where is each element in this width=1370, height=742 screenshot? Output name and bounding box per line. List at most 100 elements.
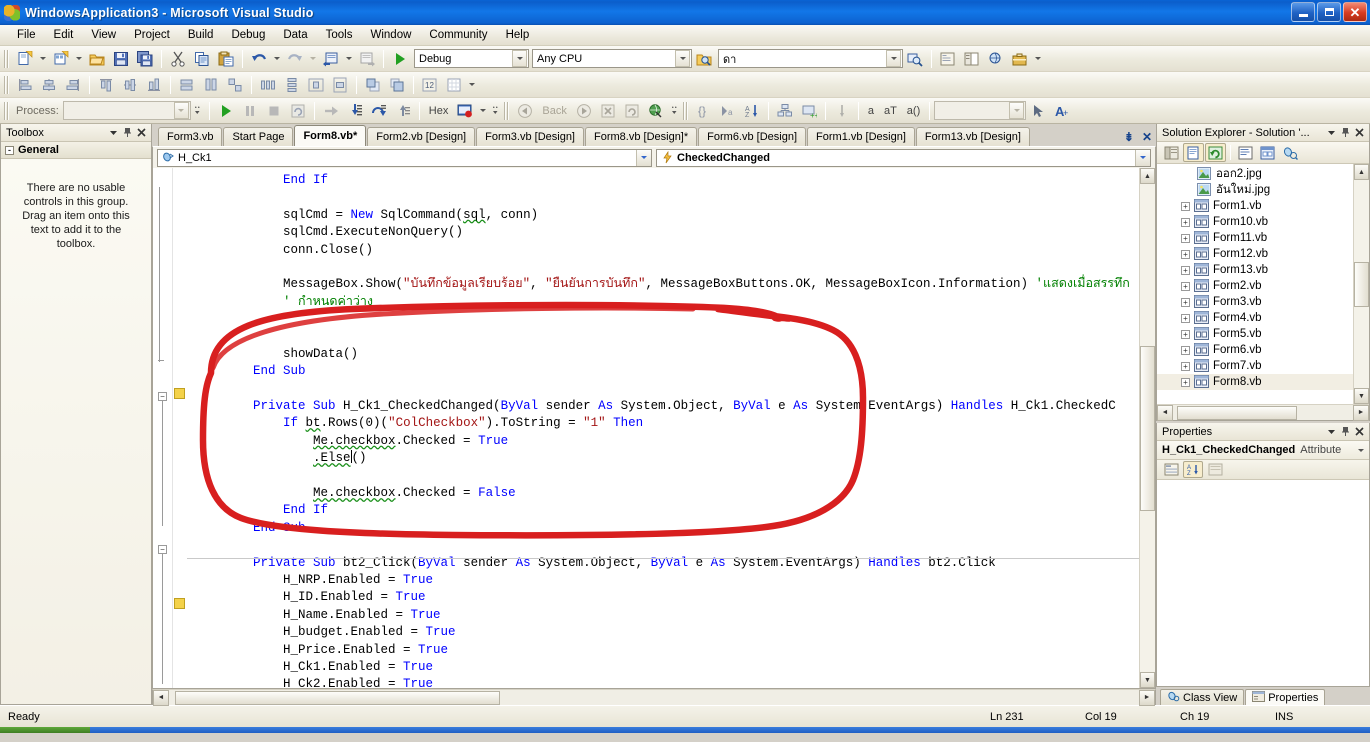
code-line[interactable]: H_Price.Enabled = True [187, 642, 1139, 659]
copy-icon[interactable] [191, 48, 213, 70]
redo-icon[interactable] [284, 48, 306, 70]
close-icon[interactable]: ✕ [1142, 130, 1152, 144]
close-button[interactable]: ✕ [1343, 2, 1367, 22]
code-line[interactable]: ' กำหนดค่าว่าง [187, 294, 1139, 311]
toolbar-grip[interactable] [682, 101, 689, 120]
code-line[interactable]: conn.Close() [187, 242, 1139, 259]
code-line[interactable] [187, 537, 1139, 554]
expand-icon[interactable]: + [1181, 217, 1190, 227]
document-tab-form2-design[interactable]: Form2.vb [Design] [367, 127, 476, 146]
code-line[interactable]: End Sub [187, 363, 1139, 380]
code-line[interactable]: H_ID.Enabled = True [187, 589, 1139, 606]
toolbox-group-general[interactable]: - General [1, 142, 151, 159]
align-tops-icon[interactable] [95, 74, 117, 96]
menu-item-edit[interactable]: Edit [45, 26, 83, 44]
make-same-size-icon[interactable] [224, 74, 246, 96]
close-icon[interactable] [1353, 126, 1366, 139]
code-line[interactable] [187, 189, 1139, 206]
class-diagram-icon[interactable] [774, 100, 796, 122]
undo-icon[interactable] [248, 48, 270, 70]
panel-tab-properties[interactable]: Properties [1245, 689, 1326, 705]
find-in-files-icon[interactable] [693, 48, 715, 70]
menu-item-help[interactable]: Help [497, 26, 539, 44]
menu-item-file[interactable]: File [8, 26, 45, 44]
new-project-icon[interactable] [14, 48, 36, 70]
class-view-icon[interactable] [1279, 143, 1300, 162]
navigate-forward-icon[interactable] [356, 48, 378, 70]
properties-object-selector[interactable]: H_Ck1_CheckedChanged Attribute [1157, 441, 1369, 460]
chevron-down-icon[interactable] [636, 149, 651, 166]
toolbar-options-icon[interactable] [192, 100, 204, 122]
editor-text-button-a[interactable]: a [863, 103, 879, 119]
close-icon[interactable] [1353, 425, 1366, 438]
undo-dropdown-icon[interactable] [274, 57, 280, 60]
menu-item-build[interactable]: Build [179, 26, 223, 44]
surround-with-icon[interactable] [831, 100, 853, 122]
solution-explorer-vertical-scrollbar[interactable]: ▲ ▼ [1353, 164, 1369, 404]
code-vertical-scrollbar[interactable]: ▲ ▼ [1139, 168, 1155, 688]
scroll-up-button[interactable]: ▲ [1140, 168, 1155, 184]
editor-text-button-aparen[interactable]: a() [902, 103, 925, 119]
process-combo[interactable] [62, 101, 191, 120]
tree-item-form[interactable]: + Form11.vb [1157, 230, 1353, 246]
code-line[interactable] [187, 468, 1139, 485]
toolbar-grip[interactable] [504, 101, 511, 120]
expand-icon[interactable]: + [1181, 329, 1190, 339]
tree-item-form[interactable]: + Form7.vb [1157, 358, 1353, 374]
scroll-right-button[interactable]: ► [1353, 404, 1369, 421]
expand-icon[interactable]: + [1181, 265, 1190, 275]
new-project-dropdown-icon[interactable] [40, 57, 46, 60]
code-line[interactable]: sqlCmd.ExecuteNonQuery() [187, 224, 1139, 241]
menu-item-tools[interactable]: Tools [317, 26, 362, 44]
code-line[interactable]: End If [187, 502, 1139, 519]
expand-icon[interactable]: + [1181, 281, 1190, 291]
breakpoints-icon[interactable] [454, 100, 476, 122]
code-line[interactable] [187, 311, 1139, 328]
save-all-icon[interactable] [134, 48, 156, 70]
expand-icon[interactable]: + [1181, 249, 1190, 259]
save-icon[interactable] [110, 48, 132, 70]
tab-list-icon[interactable]: ⇟ [1124, 130, 1134, 144]
expand-icon[interactable]: + [1181, 233, 1190, 243]
toolbar-grip[interactable] [4, 49, 10, 68]
hex-button[interactable]: Hex [424, 103, 454, 119]
menu-item-community[interactable]: Community [420, 26, 496, 44]
show-all-files-icon[interactable] [1183, 143, 1204, 162]
step-out-icon[interactable] [392, 100, 414, 122]
toolbar-overflow-icon[interactable] [1035, 57, 1041, 60]
maximize-button[interactable] [1317, 2, 1341, 22]
properties-grid[interactable] [1157, 480, 1369, 686]
scroll-left-button[interactable]: ◄ [1157, 404, 1173, 421]
menu-item-project[interactable]: Project [125, 26, 179, 44]
scroll-down-button[interactable]: ▼ [1140, 672, 1155, 688]
chevron-down-icon[interactable] [512, 50, 527, 67]
chevron-down-icon[interactable] [173, 102, 189, 119]
categorized-icon[interactable] [1161, 461, 1181, 478]
uncomment-icon[interactable]: a [717, 100, 739, 122]
font-size-icon[interactable]: A + [1051, 100, 1073, 122]
chevron-down-icon[interactable] [107, 126, 120, 139]
code-line[interactable]: sqlCmd = New SqlCommand(sql, conn) [187, 207, 1139, 224]
sort-icon[interactable]: AZ [741, 100, 763, 122]
align-rights-icon[interactable] [62, 74, 84, 96]
tree-item-form-selected[interactable]: + Form8.vb [1157, 374, 1353, 390]
horizontal-spacing-icon[interactable] [257, 74, 279, 96]
menu-item-view[interactable]: View [82, 26, 125, 44]
chevron-down-icon[interactable] [1358, 448, 1364, 452]
stop-debugging-icon[interactable] [263, 100, 285, 122]
tab-order-icon[interactable]: 12 [419, 74, 441, 96]
chevron-down-icon[interactable] [1325, 126, 1338, 139]
code-line[interactable]: End If [187, 172, 1139, 189]
find-combo[interactable]: ดา [718, 49, 903, 68]
document-tab-form1-design[interactable]: Form1.vb [Design] [807, 127, 915, 146]
document-tab-form3[interactable]: Form3.vb [158, 127, 223, 146]
collapse-expander-icon[interactable]: - [5, 145, 14, 155]
scroll-up-button[interactable]: ▲ [1354, 164, 1369, 180]
menu-item-data[interactable]: Data [274, 26, 316, 44]
code-line[interactable]: H_Ck2.Enabled = True [187, 676, 1139, 688]
document-tab-form6-design[interactable]: Form6.vb [Design] [698, 127, 807, 146]
navigate-backward-icon[interactable] [320, 48, 342, 70]
scroll-thumb[interactable] [1177, 405, 1297, 420]
properties-window-icon[interactable] [961, 48, 983, 70]
object-browser-icon[interactable] [985, 48, 1007, 70]
